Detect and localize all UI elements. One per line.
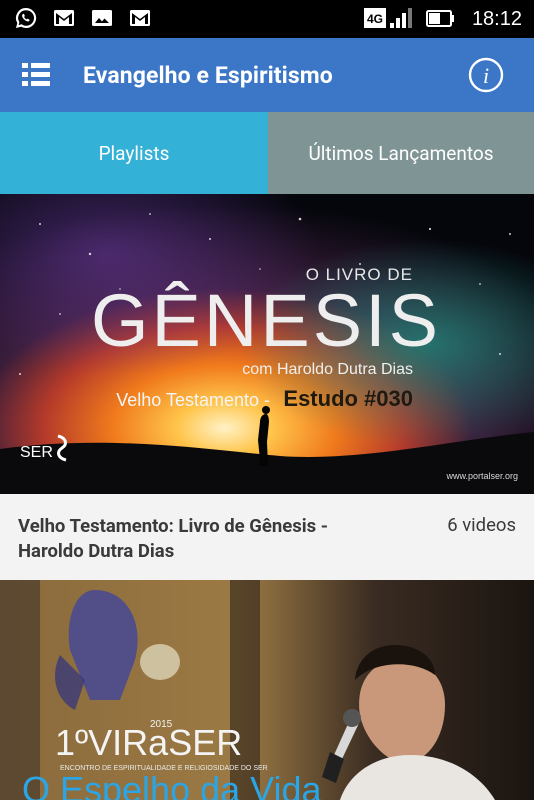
battery-icon (425, 10, 454, 27)
thumb-logo: SER (20, 444, 53, 461)
info-icon[interactable]: i (468, 57, 504, 93)
genesis-artwork: O LIVRO DE GÊNESIS com Haroldo Dutra Dia… (0, 194, 534, 494)
app-title: Evangelho e Espiritismo (83, 62, 333, 89)
playlist-thumbnail: O LIVRO DE GÊNESIS com Haroldo Dutra Dia… (0, 194, 534, 494)
tab-bar: Playlists Últimos Lançamentos (0, 112, 534, 194)
thumb-subtitle-b: Estudo #030 (283, 386, 413, 411)
network-signal-icon: 4G (363, 8, 412, 28)
viraser-artwork: 2015 1ºVIRaSER ENCONTRO DE ESPIRITUALIDA… (0, 580, 534, 800)
tab-playlists[interactable]: Playlists (0, 112, 268, 194)
gallery-icon (92, 10, 112, 26)
app-bar: Evangelho e Espiritismo i (0, 38, 534, 112)
thumb-subtitle-a: Velho Testamento - (116, 390, 270, 410)
playlist-title: Velho Testamento: Livro de Gênesis - Har… (18, 515, 328, 562)
playlist-thumbnail: 2015 1ºVIRaSER ENCONTRO DE ESPIRITUALIDA… (0, 580, 534, 800)
network-type-label: 4G (367, 12, 383, 26)
menu-list-icon[interactable] (22, 60, 52, 90)
status-bar: 4G 18:12 (0, 0, 534, 38)
playlist-card[interactable]: 2015 1ºVIRaSER ENCONTRO DE ESPIRITUALIDA… (0, 580, 534, 800)
playlist-card[interactable]: O LIVRO DE GÊNESIS com Haroldo Dutra Dia… (0, 194, 534, 580)
notification-icons (14, 6, 152, 30)
thumb-byline: com Haroldo Dutra Dias (242, 361, 413, 378)
thumb-brand: 1ºVIRaSER (55, 722, 242, 763)
system-icons: 4G 18:12 (363, 6, 522, 32)
thumb-url: www.portalser.org (445, 471, 518, 481)
info-glyph: i (483, 63, 489, 88)
thumb-headline: GÊNESIS (91, 279, 441, 362)
status-clock: 18:12 (471, 7, 522, 30)
gmail-icon (54, 10, 74, 26)
playlist-info: Velho Testamento: Livro de Gênesis - Har… (0, 494, 534, 580)
tab-latest-releases[interactable]: Últimos Lançamentos (268, 112, 534, 194)
thumb-headline: O Espelho da Vida (22, 769, 323, 800)
playlist-video-count: 6 videos (447, 514, 516, 536)
whatsapp-icon (15, 7, 37, 28)
gmail-icon (130, 10, 150, 26)
playlist-list: O LIVRO DE GÊNESIS com Haroldo Dutra Dia… (0, 194, 534, 800)
